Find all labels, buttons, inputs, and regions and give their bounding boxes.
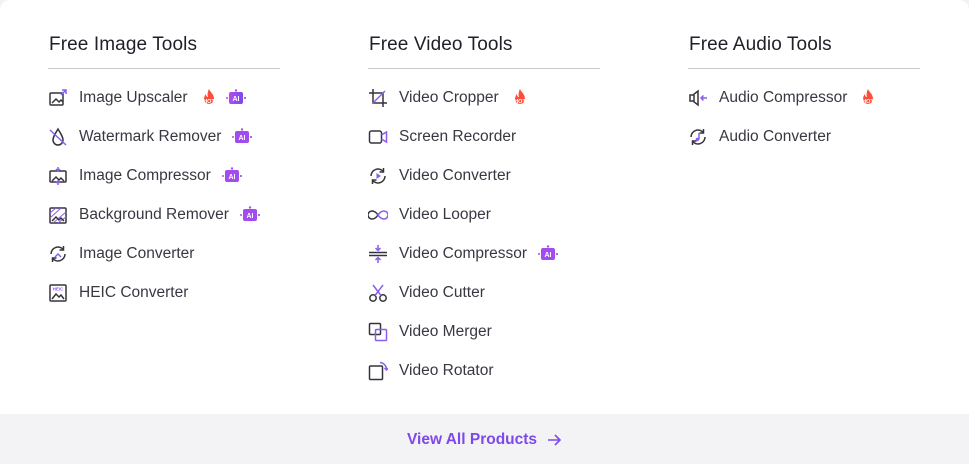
tool-image-converter[interactable]: Image Converter bbox=[48, 234, 280, 273]
tool-label: Watermark Remover bbox=[79, 127, 222, 145]
column-title: Free Audio Tools bbox=[689, 34, 832, 55]
video-convert-icon bbox=[368, 166, 388, 186]
column-image-tools: Free Image Tools Image Upscaler HOT AI W… bbox=[48, 32, 280, 312]
tool-video-cropper[interactable]: Video Cropper HOT bbox=[368, 78, 600, 117]
tool-heic-converter[interactable]: HEIC HEIC Converter bbox=[48, 273, 280, 312]
tool-label: HEIC Converter bbox=[79, 283, 189, 301]
background-remove-icon bbox=[48, 205, 68, 225]
tool-image-compressor[interactable]: Image Compressor AI bbox=[48, 156, 280, 195]
watermark-drop-icon bbox=[48, 127, 68, 147]
ai-badge-icon: AI bbox=[537, 244, 559, 263]
tool-list: Video Cropper HOT Screen Recorder Video … bbox=[368, 78, 600, 390]
tool-screen-recorder[interactable]: Screen Recorder bbox=[368, 117, 600, 156]
tool-video-looper[interactable]: Video Looper bbox=[368, 195, 600, 234]
hot-badge-icon: HOT bbox=[510, 88, 530, 108]
image-convert-icon bbox=[48, 244, 68, 264]
tool-label: Audio Compressor bbox=[719, 88, 848, 106]
column-title: Free Video Tools bbox=[369, 34, 513, 55]
tool-label: Audio Converter bbox=[719, 127, 832, 145]
infinity-icon bbox=[368, 205, 388, 225]
svg-text:AI: AI bbox=[228, 174, 235, 181]
hot-badge-icon: HOT bbox=[858, 88, 878, 108]
column-audio-tools: Free Audio Tools Audio Compressor HOT Au… bbox=[688, 32, 920, 156]
heic-icon: HEIC bbox=[48, 283, 68, 303]
tool-label: Background Remover bbox=[79, 205, 229, 223]
tool-video-merger[interactable]: Video Merger bbox=[368, 312, 600, 351]
tool-label: Video Merger bbox=[399, 322, 492, 340]
compress-icon bbox=[368, 244, 388, 264]
tool-video-compressor[interactable]: Video Compressor AI bbox=[368, 234, 600, 273]
tool-label: Video Cropper bbox=[399, 88, 499, 106]
audio-convert-icon bbox=[688, 127, 708, 147]
crop-icon bbox=[368, 88, 388, 108]
tool-label: Video Looper bbox=[399, 205, 491, 223]
svg-text:HOT: HOT bbox=[203, 99, 215, 105]
merge-icon bbox=[368, 322, 388, 342]
tool-video-cutter[interactable]: Video Cutter bbox=[368, 273, 600, 312]
tool-image-upscaler[interactable]: Image Upscaler HOT AI bbox=[48, 78, 280, 117]
svg-text:HEIC: HEIC bbox=[53, 286, 65, 291]
tool-label: Screen Recorder bbox=[399, 127, 517, 145]
svg-text:AI: AI bbox=[239, 135, 246, 142]
tool-label: Video Rotator bbox=[399, 361, 494, 379]
hot-badge-icon: HOT bbox=[199, 88, 219, 108]
tool-label: Video Compressor bbox=[399, 244, 528, 262]
column-title: Free Image Tools bbox=[49, 34, 198, 55]
column-divider bbox=[368, 68, 600, 69]
tool-label: Video Converter bbox=[399, 166, 511, 184]
tool-label: Image Converter bbox=[79, 244, 195, 262]
svg-text:AI: AI bbox=[232, 96, 239, 103]
speaker-compress-icon bbox=[688, 88, 708, 108]
tool-list: Image Upscaler HOT AI Watermark Remover bbox=[48, 78, 280, 312]
svg-text:AI: AI bbox=[246, 213, 253, 220]
dropdown-pointer bbox=[475, 0, 493, 9]
dropdown-footer: View All Products bbox=[0, 414, 969, 464]
tool-audio-compressor[interactable]: Audio Compressor HOT bbox=[688, 78, 920, 117]
ai-badge-icon: AI bbox=[239, 205, 261, 224]
scissors-icon bbox=[368, 283, 388, 303]
arrow-right-icon bbox=[548, 434, 562, 446]
rotate-icon bbox=[368, 361, 388, 381]
svg-text:AI: AI bbox=[545, 252, 552, 259]
column-divider bbox=[48, 68, 280, 69]
tools-dropdown-panel: Free Image Tools Image Upscaler HOT AI W… bbox=[0, 0, 969, 464]
column-video-tools: Free Video Tools Video Cropper HOT Scree… bbox=[368, 32, 600, 390]
view-all-products-link[interactable]: View All Products bbox=[407, 431, 562, 449]
ai-badge-icon: AI bbox=[221, 166, 243, 185]
ai-badge-icon: AI bbox=[225, 88, 247, 107]
tool-label: Video Cutter bbox=[399, 283, 485, 301]
tool-background-remover[interactable]: Background Remover AI bbox=[48, 195, 280, 234]
tool-video-rotator[interactable]: Video Rotator bbox=[368, 351, 600, 390]
tool-audio-converter[interactable]: Audio Converter bbox=[688, 117, 920, 156]
column-divider bbox=[688, 68, 920, 69]
camera-icon bbox=[368, 127, 388, 147]
image-upscale-icon bbox=[48, 88, 68, 108]
tool-video-converter[interactable]: Video Converter bbox=[368, 156, 600, 195]
svg-text:HOT: HOT bbox=[514, 99, 526, 105]
tool-list: Audio Compressor HOT Audio Converter bbox=[688, 78, 920, 156]
tool-label: Image Compressor bbox=[79, 166, 211, 184]
svg-text:HOT: HOT bbox=[863, 99, 875, 105]
image-compress-icon bbox=[48, 166, 68, 186]
tool-watermark-remover[interactable]: Watermark Remover AI bbox=[48, 117, 280, 156]
view-all-label: View All Products bbox=[406, 431, 538, 448]
ai-badge-icon: AI bbox=[231, 127, 253, 146]
tool-label: Image Upscaler bbox=[79, 88, 188, 106]
